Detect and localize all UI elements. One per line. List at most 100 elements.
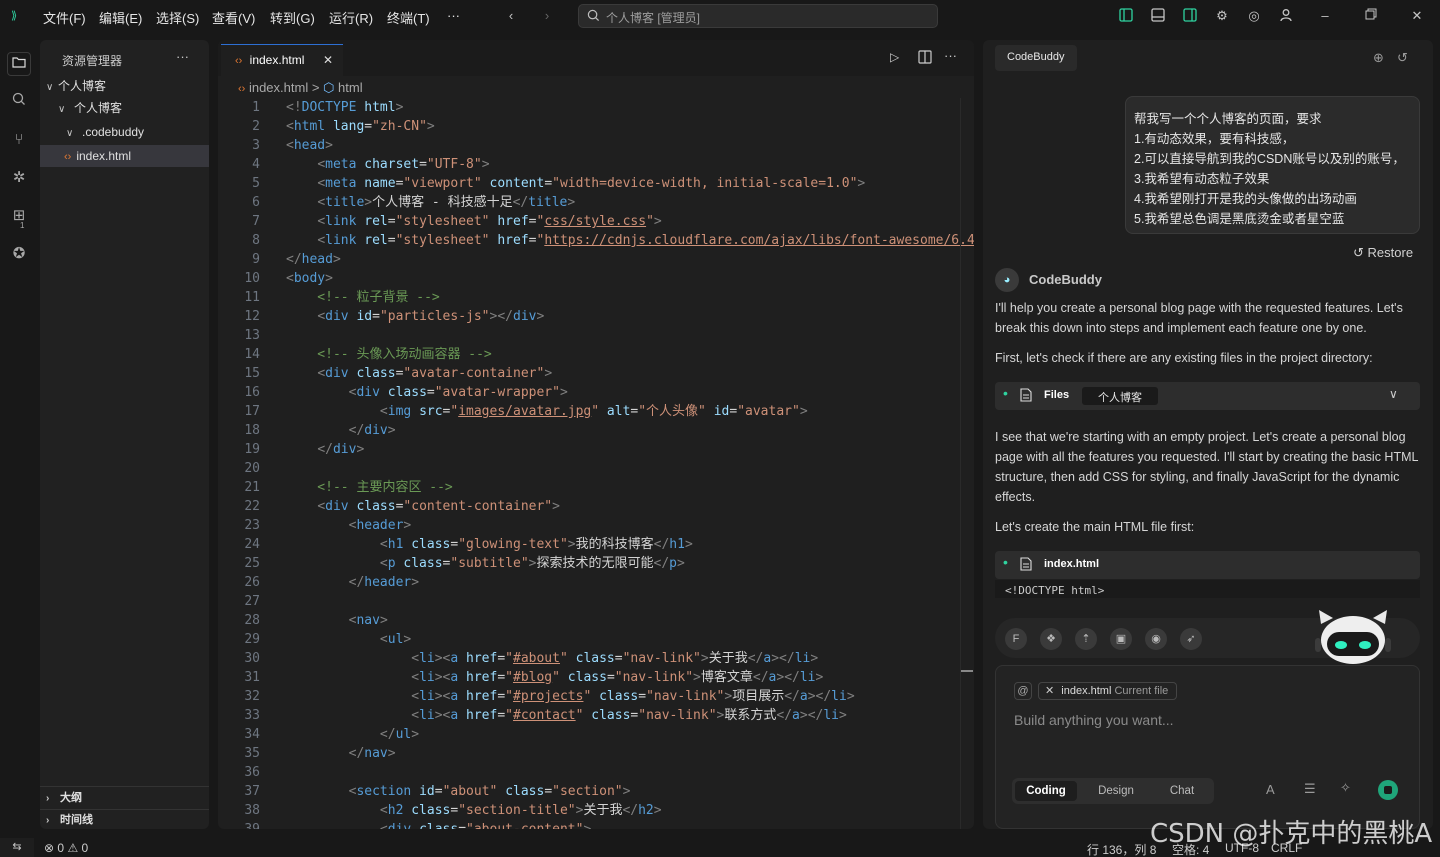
mode-chat[interactable]: Chat bbox=[1152, 781, 1212, 801]
split-editor-icon[interactable] bbox=[918, 50, 932, 67]
sidebar-more-icon[interactable]: ··· bbox=[176, 49, 189, 64]
run-debug-icon[interactable]: ✲ bbox=[9, 168, 29, 188]
codebuddy-tab[interactable]: CodeBuddy bbox=[995, 45, 1077, 71]
editor-scrollbar[interactable] bbox=[960, 98, 974, 829]
menu-more[interactable]: ··· bbox=[447, 8, 460, 23]
code-line[interactable]: 34 </ul> bbox=[218, 725, 974, 744]
forward-arrow-icon[interactable]: › bbox=[539, 8, 555, 24]
restore-window-icon[interactable] bbox=[1363, 8, 1379, 24]
code-line[interactable]: 35 </nav> bbox=[218, 744, 974, 763]
tree-root-folder[interactable]: ∨ 个人博客 bbox=[40, 75, 209, 97]
cursor-position[interactable]: 行 136，列 8 bbox=[1087, 841, 1156, 857]
menu-file[interactable]: 文件(F) bbox=[43, 8, 86, 27]
command-center-search[interactable]: 个人博客 [管理员] bbox=[578, 4, 938, 28]
files-tool-card[interactable]: • Files 个人博客 ∨ bbox=[995, 382, 1420, 410]
code-line[interactable]: 16 <div class="avatar-wrapper"> bbox=[218, 383, 974, 402]
remove-context-icon[interactable]: ✕ bbox=[1045, 685, 1054, 697]
back-arrow-icon[interactable]: ‹ bbox=[503, 8, 519, 24]
code-line[interactable]: 8 <link rel="stylesheet" href="https://c… bbox=[218, 231, 974, 250]
code-line[interactable]: 1 <!DOCTYPE html> bbox=[218, 98, 974, 117]
model-icon[interactable]: A bbox=[1266, 782, 1275, 797]
code-line[interactable]: 14 <!-- 头像入场动画容器 --> bbox=[218, 345, 974, 364]
copilot-icon[interactable]: ◎ bbox=[1246, 8, 1262, 24]
preview-eye-icon[interactable]: ◉ bbox=[1145, 628, 1167, 650]
new-chat-icon[interactable]: ⊕ bbox=[1373, 50, 1384, 66]
add-context-at-button[interactable]: @ bbox=[1014, 682, 1032, 700]
menu-edit[interactable]: 编辑(E) bbox=[99, 8, 142, 27]
extensions-icon[interactable]: ⊞ 1 bbox=[9, 206, 29, 230]
code-line[interactable]: 32 <li><a href="#projects" class="nav-li… bbox=[218, 687, 974, 706]
image-icon[interactable]: ▣ bbox=[1110, 628, 1132, 650]
tab-index-html[interactable]: ‹› index.html ✕ bbox=[221, 44, 343, 76]
chevron-down-icon[interactable]: ∨ bbox=[1389, 387, 1398, 401]
code-line[interactable]: 24 <h1 class="glowing-text">我的科技博客</h1> bbox=[218, 535, 974, 554]
code-line[interactable]: 27 bbox=[218, 592, 974, 611]
code-line[interactable]: 2 <html lang="zh-CN"> bbox=[218, 117, 974, 136]
run-icon[interactable]: ▷ bbox=[890, 50, 899, 64]
code-line[interactable]: 30 <li><a href="#about" class="nav-link"… bbox=[218, 649, 974, 668]
code-line[interactable]: 19 </div> bbox=[218, 440, 974, 459]
code-line[interactable]: 36 bbox=[218, 763, 974, 782]
source-control-icon[interactable]: ⑂ bbox=[9, 130, 29, 150]
code-line[interactable]: 4 <meta charset="UTF-8"> bbox=[218, 155, 974, 174]
chat-input[interactable]: Build anything you want... bbox=[1014, 712, 1404, 728]
code-line[interactable]: 12 <div id="particles-js"></div> bbox=[218, 307, 974, 326]
components-icon[interactable]: ❖ bbox=[1040, 628, 1062, 650]
send-button[interactable] bbox=[1378, 780, 1398, 800]
figma-icon[interactable]: F bbox=[1005, 628, 1027, 650]
tree-subfolder[interactable]: ∨ 个人博客 bbox=[40, 97, 209, 119]
menu-view[interactable]: 查看(V) bbox=[212, 8, 255, 27]
close-icon[interactable]: ✕ bbox=[323, 45, 333, 75]
codebuddy-icon[interactable]: ✪ bbox=[9, 244, 29, 264]
code-line[interactable]: 11 <!-- 粒子背景 --> bbox=[218, 288, 974, 307]
restore-button[interactable]: ↺ Restore bbox=[1353, 245, 1413, 261]
code-line[interactable]: 3 <head> bbox=[218, 136, 974, 155]
file-write-card[interactable]: • index.html bbox=[995, 551, 1420, 579]
menu-terminal[interactable]: 终端(T) bbox=[387, 8, 430, 27]
code-line[interactable]: 25 <p class="subtitle">探索技术的无限可能</p> bbox=[218, 554, 974, 573]
breadcrumb-node[interactable]: html bbox=[338, 80, 363, 95]
rules-list-icon[interactable]: ☰ bbox=[1304, 781, 1316, 797]
breadcrumb-file[interactable]: index.html bbox=[249, 80, 308, 95]
rocket-icon[interactable]: ➶ bbox=[1180, 628, 1202, 650]
mode-design[interactable]: Design bbox=[1086, 781, 1146, 801]
history-icon[interactable]: ↺ bbox=[1397, 50, 1408, 66]
code-view[interactable]: 1 <!DOCTYPE html> 2 <html lang="zh-CN"> 3 <he… bbox=[218, 98, 974, 829]
code-line[interactable]: 7 <link rel="stylesheet" href="css/style… bbox=[218, 212, 974, 231]
toggle-panel-icon[interactable] bbox=[1150, 8, 1166, 24]
mode-coding[interactable]: Coding bbox=[1015, 781, 1077, 801]
remote-indicator-icon[interactable]: ⇆ bbox=[0, 838, 34, 857]
code-line[interactable]: 17 <img src="images/avatar.jpg" alt="个人头… bbox=[218, 402, 974, 421]
code-line[interactable]: 13 bbox=[218, 326, 974, 345]
close-window-icon[interactable]: ✕ bbox=[1409, 8, 1425, 24]
tree-file-index-html[interactable]: ‹› index.html bbox=[40, 145, 209, 167]
tree-codebuddy-folder[interactable]: ∨ .codebuddy bbox=[40, 121, 209, 143]
code-line[interactable]: 33 <li><a href="#contact" class="nav-lin… bbox=[218, 706, 974, 725]
search-view-icon[interactable] bbox=[9, 92, 29, 112]
code-line[interactable]: 28 <nav> bbox=[218, 611, 974, 630]
editor-more-icon[interactable]: ··· bbox=[944, 48, 957, 63]
code-line[interactable]: 18 </div> bbox=[218, 421, 974, 440]
code-line[interactable]: 39 <div class="about-content"> bbox=[218, 820, 974, 829]
code-line[interactable]: 22 <div class="content-container"> bbox=[218, 497, 974, 516]
code-line[interactable]: 23 <header> bbox=[218, 516, 974, 535]
gear-icon[interactable]: ⚙ bbox=[1214, 8, 1230, 24]
minimize-icon[interactable]: – bbox=[1317, 8, 1333, 24]
context-file-chip[interactable]: ✕ index.html Current file bbox=[1038, 682, 1178, 700]
menu-run[interactable]: 运行(R) bbox=[329, 8, 373, 27]
code-line[interactable]: 15 <div class="avatar-container"> bbox=[218, 364, 974, 383]
code-line[interactable]: 31 <li><a href="#blog" class="nav-link">… bbox=[218, 668, 974, 687]
code-line[interactable]: 21 <!-- 主要内容区 --> bbox=[218, 478, 974, 497]
explorer-icon[interactable] bbox=[7, 52, 31, 76]
code-line[interactable]: 26 </header> bbox=[218, 573, 974, 592]
code-line[interactable]: 20 bbox=[218, 459, 974, 478]
deploy-icon[interactable]: ⇡ bbox=[1075, 628, 1097, 650]
code-line[interactable]: 5 <meta name="viewport" content="width=d… bbox=[218, 174, 974, 193]
code-line[interactable]: 9 </head> bbox=[218, 250, 974, 269]
code-line[interactable]: 10 <body> bbox=[218, 269, 974, 288]
problems-indicator[interactable]: ⊗ 0 ⚠ 0 bbox=[44, 841, 88, 855]
code-line[interactable]: 38 <h2 class="section-title">关于我</h2> bbox=[218, 801, 974, 820]
toggle-sidebar-icon[interactable] bbox=[1118, 8, 1134, 24]
enhance-sparkle-icon[interactable]: ✧ bbox=[1340, 780, 1351, 796]
menu-selection[interactable]: 选择(S) bbox=[156, 8, 199, 27]
